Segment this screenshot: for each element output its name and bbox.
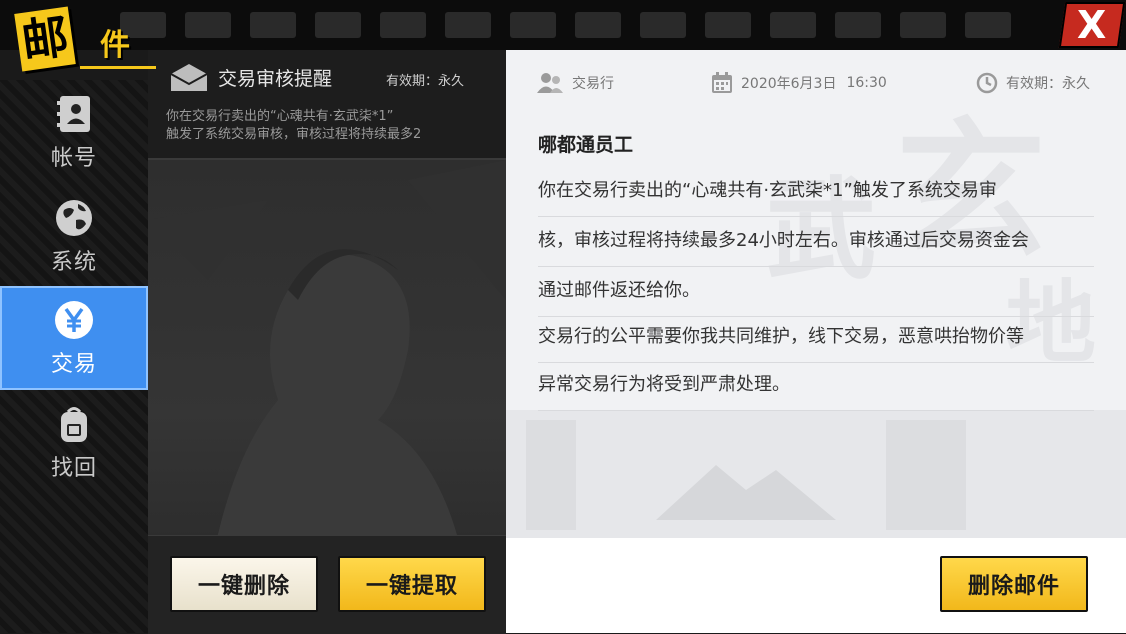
film-hole [380, 12, 426, 38]
claim-all-button[interactable]: 一键提取 [338, 556, 486, 612]
title-underline [80, 66, 156, 69]
globe-icon [52, 196, 96, 240]
mail-body-line: 异常交易行为将受到严肃处理。 [538, 360, 1094, 411]
film-hole [185, 12, 231, 38]
mail-body-line: 核，审核过程将持续最多24小时左右。审核通过后交易资金会 [538, 216, 1094, 267]
top-bar [0, 0, 1126, 50]
contacts-icon [52, 92, 96, 136]
mail-list-item[interactable]: 交易审核提醒 有效期：永久 你在交易行卖出的“心魂共有·玄武柒*1” 触发了系统… [148, 50, 506, 160]
close-button[interactable]: X [1058, 2, 1126, 48]
delete-all-button[interactable]: 一键删除 [170, 556, 318, 612]
sidebar-item-label: 系统 [50, 250, 97, 275]
validity-meta: 有效期：永久 [976, 72, 1090, 94]
mail-body-line: 交易行的公平需要你我共同维护，线下交易，恶意哄抬物价等 [538, 312, 1094, 363]
film-hole [510, 12, 556, 38]
mail-validity-detail: 有效期：永久 [1006, 76, 1090, 92]
mail-detail-footer: 删除邮件 [506, 538, 1126, 633]
film-hole [705, 12, 751, 38]
page-title-char-2: 件 [100, 28, 130, 63]
mail-subject: 交易审核提醒 [218, 68, 333, 90]
film-hole [640, 12, 686, 38]
character-art-background [148, 160, 506, 585]
mail-list-panel: 交易审核提醒 有效期：永久 你在交易行卖出的“心魂共有·玄武柒*1” 触发了系统… [148, 50, 506, 634]
sidebar-item-label: 帐号 [50, 146, 97, 171]
sidebar-item-trade[interactable]: 交易 [0, 286, 148, 390]
film-hole [900, 12, 946, 38]
detail-lower-area [506, 410, 1126, 540]
sidebar-item-recover[interactable]: 找回 [0, 390, 148, 494]
date-meta: 2020年6月3日 16:30 [711, 72, 887, 94]
close-icon: X [1077, 3, 1107, 47]
envelope-icon [170, 62, 208, 92]
sidebar-item-system[interactable]: 系统 [0, 184, 148, 288]
film-hole [315, 12, 361, 38]
calendar-icon [711, 72, 733, 94]
sidebar-item-label: 交易 [50, 352, 97, 377]
sender-type: 交易行 [572, 76, 614, 92]
mail-time: 16:30 [846, 75, 887, 91]
mail-date: 2020年6月3日 [741, 76, 837, 92]
mail-detail-panel: 玄 地 武 交易行 2020年6月3日 16:30 有效期：永久 哪都通员工 你… [506, 50, 1126, 633]
film-hole [445, 12, 491, 38]
clock-icon [976, 72, 998, 94]
sidebar-item-label: 找回 [50, 456, 97, 481]
mail-body-line: 你在交易行卖出的“心魂共有·玄武柒*1”触发了系统交易审 [538, 166, 1094, 217]
mail-sender: 哪都通员工 [538, 134, 634, 156]
mail-preview-line: 你在交易行卖出的“心魂共有·玄武柒*1” [166, 109, 394, 124]
sidebar-item-account[interactable]: 帐号 [0, 80, 148, 184]
mail-body-line: 通过邮件返还给你。 [538, 266, 1094, 317]
film-hole [575, 12, 621, 38]
page-title: 邮 件 [10, 6, 160, 74]
delete-mail-button[interactable]: 删除邮件 [940, 556, 1088, 612]
mail-list-footer: 一键删除 一键提取 [148, 535, 506, 634]
backpack-icon [52, 402, 96, 446]
sidebar: 帐号 系统 交易 找回 [0, 80, 148, 633]
sender-type-meta: 交易行 [536, 72, 614, 94]
yen-icon [52, 298, 96, 342]
film-hole [965, 12, 1011, 38]
film-hole [835, 12, 881, 38]
mail-validity: 有效期：永久 [386, 74, 465, 89]
users-icon [536, 72, 564, 94]
mail-preview-line: 触发了系统交易审核，审核过程将持续最多2 [166, 127, 422, 142]
page-title-char-1: 邮 [14, 6, 76, 72]
film-hole [770, 12, 816, 38]
film-hole [250, 12, 296, 38]
mail-preview: 你在交易行卖出的“心魂共有·玄武柒*1” 触发了系统交易审核，审核过程将持续最多… [166, 108, 486, 144]
